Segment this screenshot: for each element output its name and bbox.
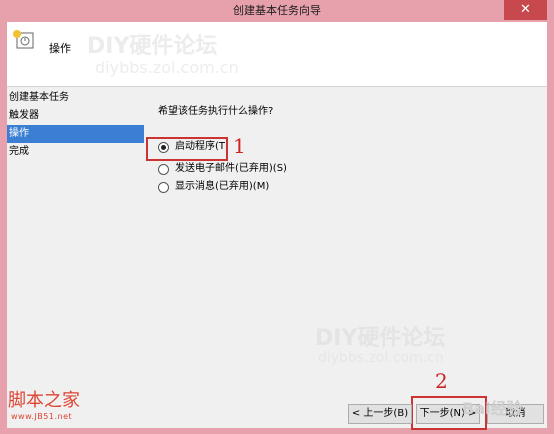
title-bar: 创建基本任务向导 ✕ xyxy=(0,0,554,22)
radio-button[interactable] xyxy=(158,181,169,193)
page-title: 操作 xyxy=(49,42,71,55)
site-url: www.JB51.net xyxy=(11,412,73,421)
step-action[interactable]: 操作 xyxy=(7,125,144,143)
option-display-message[interactable]: 显示消息(已弃用)(M) xyxy=(158,178,269,196)
watermark-text: DIY硬件论坛 xyxy=(87,34,218,59)
step-trigger[interactable]: 触发器 xyxy=(7,107,144,125)
action-question: 希望该任务执行什么操作? xyxy=(158,106,274,117)
step-create-basic-task[interactable]: 创建基本任务 xyxy=(7,89,144,107)
annotation-box-option xyxy=(146,137,228,161)
window-title: 创建基本任务向导 xyxy=(233,4,321,17)
baidu-watermark: Bai经验 xyxy=(462,399,523,418)
option-label: 发送电子邮件(已弃用)(S) xyxy=(175,163,287,174)
watermark-text-lower: DIY硬件论坛 xyxy=(315,326,446,351)
step-finish[interactable]: 完成 xyxy=(7,143,144,161)
option-label: 显示消息(已弃用)(M) xyxy=(175,181,270,192)
annotation-number-2: 2 xyxy=(435,369,448,393)
task-scheduler-icon xyxy=(13,30,34,49)
radio-button[interactable] xyxy=(158,163,169,175)
option-send-email[interactable]: 发送电子邮件(已弃用)(S) xyxy=(158,160,287,178)
close-button[interactable]: ✕ xyxy=(504,0,547,20)
site-logo: 脚本之家 xyxy=(8,390,80,411)
back-button[interactable]: < 上一步(B) xyxy=(348,404,412,424)
wizard-header: 操作 DIY硬件论坛 diybbs.zol.com.cn xyxy=(7,22,547,87)
watermark-url-lower: diybbs.zol.com.cn xyxy=(318,350,444,366)
close-icon: ✕ xyxy=(520,2,531,17)
watermark-url: diybbs.zol.com.cn xyxy=(95,58,239,77)
wizard-body: 创建基本任务 触发器 操作 完成 希望该任务执行什么操作? 启动程序(T) 发送… xyxy=(7,87,547,428)
task-wizard-window: 创建基本任务向导 ✕ 操作 DIY硬件论坛 diybbs.zol.com.cn … xyxy=(0,0,554,434)
annotation-number-1: 1 xyxy=(233,134,246,158)
wizard-step-list: 创建基本任务 触发器 操作 完成 xyxy=(7,87,144,428)
